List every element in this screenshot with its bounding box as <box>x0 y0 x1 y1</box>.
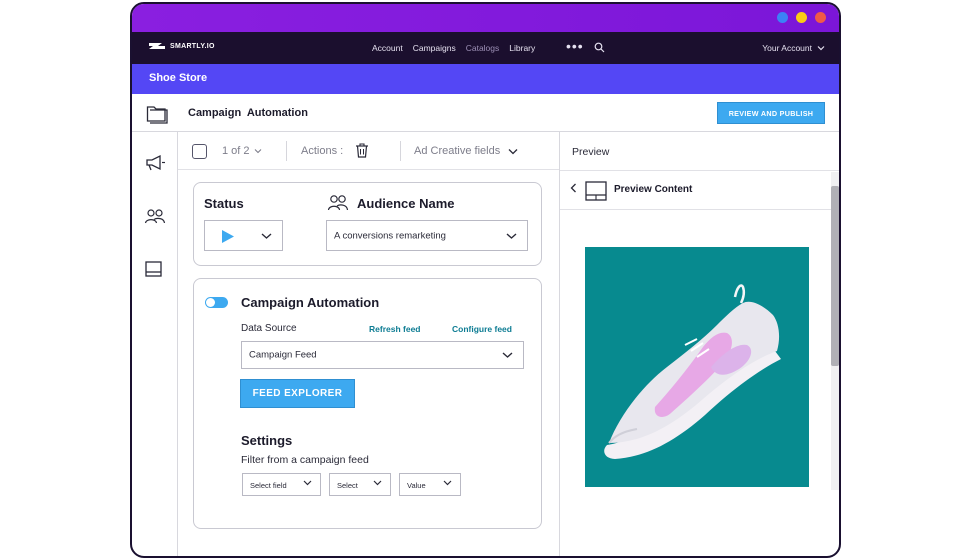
data-source-label: Data Source <box>241 323 297 334</box>
campaign-automation-card: Campaign Automation Data Source Refresh … <box>193 278 542 529</box>
nav-links: Account Campaigns Catalogs Library <box>372 43 535 53</box>
feed-explorer-button[interactable]: FEED EXPLORER <box>240 379 355 408</box>
nav-account[interactable]: Account <box>372 43 403 53</box>
preview-content-header: Preview Content <box>560 170 839 210</box>
top-nav: SMARTLY.IO Account Campaigns Catalogs Li… <box>132 32 839 64</box>
megaphone-icon[interactable] <box>144 154 166 172</box>
status-audience-card: Status Audience Name A conversions remar… <box>193 182 542 266</box>
store-name: Shoe Store <box>149 72 208 84</box>
filter-value-value: Value <box>407 481 426 490</box>
sneaker-image <box>604 284 781 459</box>
audience-name-label: Audience Name <box>357 196 455 211</box>
filter-field-select[interactable]: Select field <box>242 473 321 496</box>
audience-name-dropdown[interactable]: A conversions remarketing <box>326 220 528 251</box>
ad-preview-icon <box>585 181 607 201</box>
window-dot-yellow[interactable] <box>796 12 807 23</box>
campaign-automation-title: Campaign Automation <box>241 295 380 310</box>
automation-toggle[interactable] <box>205 297 228 308</box>
actions-label: Actions : <box>301 145 344 157</box>
left-rail <box>132 132 178 556</box>
preview-scrollbar[interactable] <box>831 172 839 490</box>
status-label: Status <box>204 196 244 211</box>
ad-preview-icon[interactable] <box>144 260 164 278</box>
chevron-left-icon[interactable] <box>570 183 577 193</box>
refresh-feed-link[interactable]: Refresh feed <box>369 324 421 334</box>
page-title: Campaign Automation <box>188 107 308 119</box>
item-pager[interactable]: 1 of 2 <box>222 145 262 157</box>
nav-campaigns[interactable]: Campaigns <box>413 43 456 53</box>
brand-logo[interactable]: SMARTLY.IO <box>148 41 215 51</box>
search-icon[interactable] <box>594 42 605 53</box>
chevron-down-icon <box>254 149 261 154</box>
chevron-down-icon <box>303 480 312 486</box>
account-label: Your Account <box>762 43 812 53</box>
settings-heading: Settings <box>241 433 293 448</box>
data-source-dropdown[interactable]: Campaign Feed <box>241 341 524 369</box>
smartly-logo-icon <box>149 43 165 49</box>
filter-label: Filter from a campaign feed <box>241 454 369 466</box>
play-icon <box>222 230 234 243</box>
nav-library[interactable]: Library <box>509 43 535 53</box>
window-dot-blue[interactable] <box>777 12 788 23</box>
review-and-publish-button[interactable]: REVIEW AND PUBLISH <box>717 102 825 124</box>
audience-icon[interactable] <box>144 208 166 224</box>
page-header: Campaign Automation REVIEW AND PUBLISH <box>132 94 839 132</box>
filter-field-value: Select field <box>250 481 287 490</box>
ad-creative-fields-label: Ad Creative fields <box>414 145 501 157</box>
scrollbar-thumb[interactable] <box>831 186 839 366</box>
data-source-value: Campaign Feed <box>249 349 317 361</box>
chevron-down-icon <box>261 232 272 239</box>
configure-feed-link[interactable]: Configure feed <box>452 324 512 334</box>
editor-toolbar: 1 of 2 Actions : Ad Creative fields <box>178 132 559 170</box>
chevron-down-icon <box>817 46 825 51</box>
filter-operator-value: Select <box>337 481 358 490</box>
chevron-down-icon <box>508 148 518 154</box>
preview-content-label: Preview Content <box>614 184 693 195</box>
select-all-checkbox[interactable] <box>192 144 207 159</box>
chevron-down-icon <box>502 352 513 358</box>
filter-value-select[interactable]: Value <box>399 473 461 496</box>
chevron-down-icon <box>373 480 382 486</box>
preview-title: Preview <box>572 146 610 158</box>
window-dot-red[interactable] <box>815 12 826 23</box>
toggle-knob <box>206 298 215 307</box>
product-image <box>585 247 809 487</box>
toolbar-divider <box>400 141 401 161</box>
chevron-down-icon <box>443 480 452 486</box>
item-count: 1 of 2 <box>222 145 250 157</box>
preview-pane: Preview Preview Content <box>559 132 839 556</box>
chevron-down-icon <box>506 232 517 239</box>
audience-icon <box>327 195 349 211</box>
nav-catalogs[interactable]: Catalogs <box>466 43 500 53</box>
audience-name-value: A conversions remarketing <box>334 230 446 241</box>
toolbar-divider <box>286 141 287 161</box>
app-window: SMARTLY.IO Account Campaigns Catalogs Li… <box>130 2 841 558</box>
store-bar: Shoe Store <box>132 64 839 94</box>
window-titlebar <box>132 4 839 32</box>
account-menu[interactable]: Your Account <box>762 43 825 53</box>
brand-name: SMARTLY.IO <box>170 42 215 50</box>
folder-icon[interactable] <box>146 104 168 124</box>
trash-icon[interactable] <box>355 143 369 158</box>
filter-operator-select[interactable]: Select <box>329 473 391 496</box>
ad-creative-fields-dropdown[interactable]: Ad Creative fields <box>414 145 518 157</box>
status-dropdown[interactable] <box>204 220 283 251</box>
more-icon[interactable]: ••• <box>566 38 584 54</box>
